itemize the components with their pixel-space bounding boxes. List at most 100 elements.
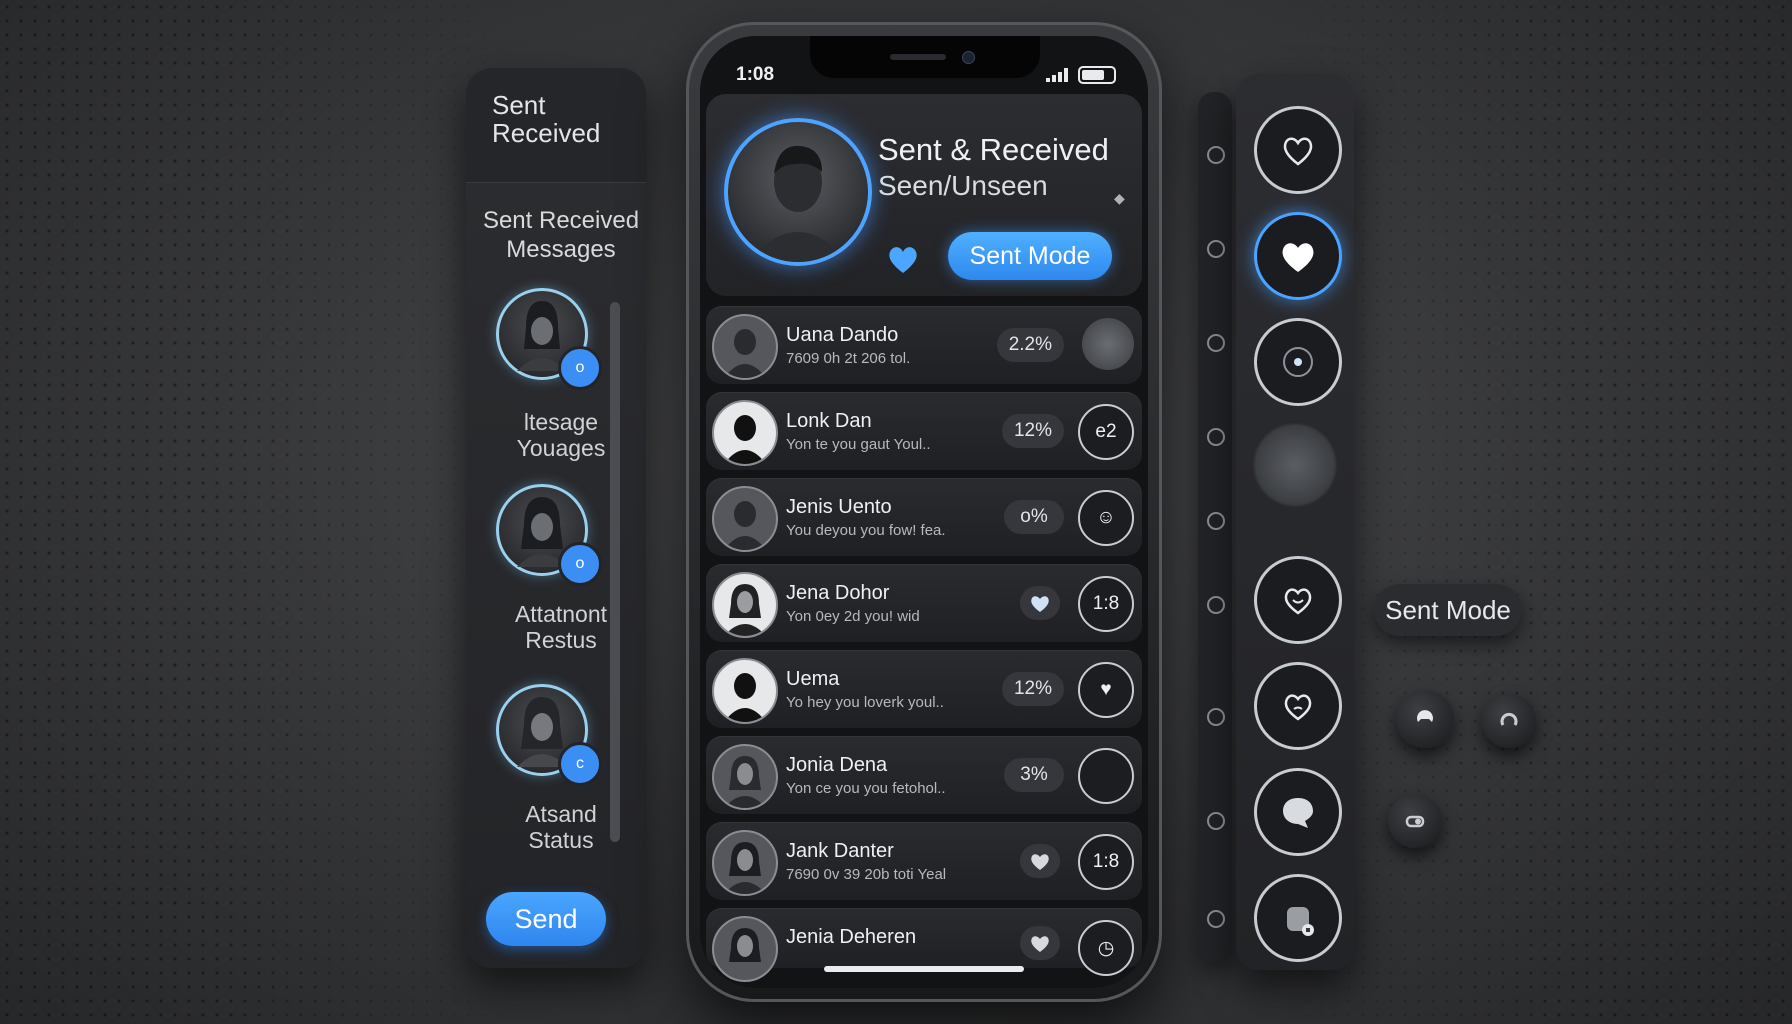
header-subtitle: Seen/Unseen — [878, 170, 1048, 201]
contact-row[interactable]: Jenia Deheren ◷ — [706, 908, 1142, 982]
contact-message: Yo hey you loverk youl.. — [786, 694, 944, 711]
left-scrollbar[interactable] — [610, 302, 620, 842]
left-caption-3a: Atsand — [525, 801, 597, 827]
speaker-grille — [890, 54, 946, 60]
heart-icon[interactable] — [1020, 586, 1060, 620]
rail-dot-icon[interactable] — [1207, 240, 1225, 258]
contact-name: Lonk Dan — [786, 410, 872, 432]
contact-name: Uana Dando — [786, 324, 899, 346]
send-button[interactable]: Send — [486, 892, 606, 946]
home-indicator[interactable] — [824, 966, 1024, 972]
profile-header-card: Sent & Received Seen/Unseen ◆ Sent Mode — [706, 94, 1142, 296]
right-rail — [1198, 92, 1232, 962]
left-badge-3[interactable]: c — [558, 742, 602, 786]
contact-action-button[interactable]: e2 — [1078, 404, 1134, 460]
chat-bubble-icon[interactable] — [1254, 768, 1342, 856]
contact-message: 7690 0v 39 20b toti Yeal — [786, 866, 947, 883]
header-title: Sent & Received — [878, 132, 1109, 167]
contact-avatar — [712, 486, 778, 552]
contact-avatar — [712, 400, 778, 466]
battery-icon — [1078, 66, 1116, 84]
contact-avatar — [712, 744, 778, 810]
phone-notch — [810, 36, 1040, 78]
contact-row[interactable]: Jenis Uento You deyou you fow! fea. o% ☺ — [706, 478, 1142, 556]
dot-pattern-left — [0, 0, 520, 1024]
left-badge-1[interactable]: o — [558, 346, 602, 390]
contact-percentage: 3% — [1004, 758, 1064, 792]
contact-percentage: 12% — [1001, 672, 1064, 706]
contact-avatar — [712, 830, 778, 896]
profile-lock-icon[interactable] — [1254, 874, 1342, 962]
contact-row[interactable]: Uema Yo hey you loverk youl.. 12% ♥ — [706, 650, 1142, 728]
contact-message: Yon 0ey 2d you! wid — [786, 608, 920, 625]
contact-name: Jank Danter — [786, 840, 894, 862]
status-icons — [1046, 66, 1116, 84]
heart-smile-icon[interactable] — [1254, 556, 1342, 644]
contact-percentage: 12% — [1001, 414, 1064, 448]
heart-icon[interactable] — [1020, 926, 1060, 960]
left-panel-subtitle-line2: Messages — [506, 236, 616, 263]
left-caption-1a: ltesage — [523, 409, 599, 435]
left-badge-2[interactable]: o — [558, 542, 602, 586]
profile-avatar[interactable] — [724, 118, 872, 266]
contact-action-button[interactable]: ☺ — [1078, 490, 1134, 546]
status-time: 1:08 — [736, 64, 775, 85]
contact-action-button[interactable]: 1:8 — [1078, 576, 1134, 632]
contact-action-button[interactable]: 1:8 — [1078, 834, 1134, 890]
contact-avatar — [712, 314, 778, 380]
contact-percentage: 2.2% — [996, 328, 1064, 362]
contact-row[interactable]: Jonia Dena Yon ce you you fetohol.. 3% — [706, 736, 1142, 814]
heart-icon[interactable] — [1020, 844, 1060, 878]
rail-dot-icon[interactable] — [1207, 596, 1225, 614]
heart-outline-icon[interactable] — [1254, 106, 1342, 194]
contact-row[interactable]: Jank Danter 7690 0v 39 20b toti Yeal 1:8 — [706, 822, 1142, 900]
left-caption-2b: Restus — [525, 627, 597, 653]
contact-action-button[interactable] — [1082, 318, 1134, 370]
heart-filled-icon[interactable] — [1254, 212, 1342, 300]
right-icon-panel — [1236, 74, 1354, 970]
rail-dot-icon[interactable] — [1207, 910, 1225, 928]
contact-message: Yon te you gaut Youl.. — [786, 436, 931, 453]
contact-name: Jenis Uento — [786, 496, 892, 518]
heart-icon[interactable] — [884, 240, 922, 278]
left-caption-3b: Status — [528, 827, 594, 853]
contact-name: Jena Dohor — [786, 582, 890, 604]
phone-frame: 1:08 Sent & Received Seen/Unseen ◆ Sent … — [686, 22, 1162, 1002]
record-icon[interactable] — [1254, 318, 1342, 406]
left-panel-header: Sent Received — [466, 68, 646, 183]
switch-icon[interactable] — [1388, 794, 1442, 848]
reload-icon[interactable] — [1482, 694, 1536, 748]
rail-dot-icon[interactable] — [1207, 428, 1225, 446]
phone-screen: 1:08 Sent & Received Seen/Unseen ◆ Sent … — [700, 36, 1148, 988]
contact-action-button[interactable] — [1078, 748, 1134, 804]
contact-percentage: o% — [1004, 500, 1064, 534]
rail-dot-icon[interactable] — [1207, 334, 1225, 352]
contact-action-button[interactable]: ♥ — [1078, 662, 1134, 718]
contact-avatar — [712, 916, 778, 982]
sent-mode-button[interactable]: Sent Mode — [948, 232, 1112, 280]
header-sent-label: Sent — [492, 90, 546, 120]
contact-list: Uana Dando 7609 0h 2t 206 tol. 2.2% Lonk… — [706, 306, 1142, 982]
header-received-label: Received — [492, 118, 601, 148]
sent-mode-chip[interactable]: Sent Mode — [1374, 584, 1522, 636]
contact-action-button[interactable]: ◷ — [1078, 920, 1134, 976]
rail-dot-icon[interactable] — [1207, 512, 1225, 530]
contact-row[interactable]: Jena Dohor Yon 0ey 2d you! wid 1:8 — [706, 564, 1142, 642]
front-camera — [962, 51, 975, 64]
contact-avatar — [712, 658, 778, 724]
blurred-avatar-icon[interactable] — [1254, 424, 1336, 506]
left-caption-2a: Attatnont — [514, 601, 608, 627]
contact-message: Yon ce you you fetohol.. — [786, 780, 946, 797]
rail-dot-icon[interactable] — [1207, 708, 1225, 726]
contact-name: Jenia Deheren — [786, 926, 917, 948]
header-gem-icon: ◆ — [1114, 190, 1125, 206]
contact-row[interactable]: Lonk Dan Yon te you gaut Youl.. 12% e2 — [706, 392, 1142, 470]
contact-name: Jonia Dena — [786, 754, 888, 776]
left-panel-subtitle-line1: Sent Received — [482, 207, 640, 234]
heart-face-icon[interactable] — [1254, 662, 1342, 750]
contact-row[interactable]: Uana Dando 7609 0h 2t 206 tol. 2.2% — [706, 306, 1142, 384]
contact-message: 7609 0h 2t 206 tol. — [786, 350, 911, 367]
rail-dot-icon[interactable] — [1207, 146, 1225, 164]
rail-dot-icon[interactable] — [1207, 812, 1225, 830]
toggle-icon[interactable] — [1396, 690, 1454, 748]
